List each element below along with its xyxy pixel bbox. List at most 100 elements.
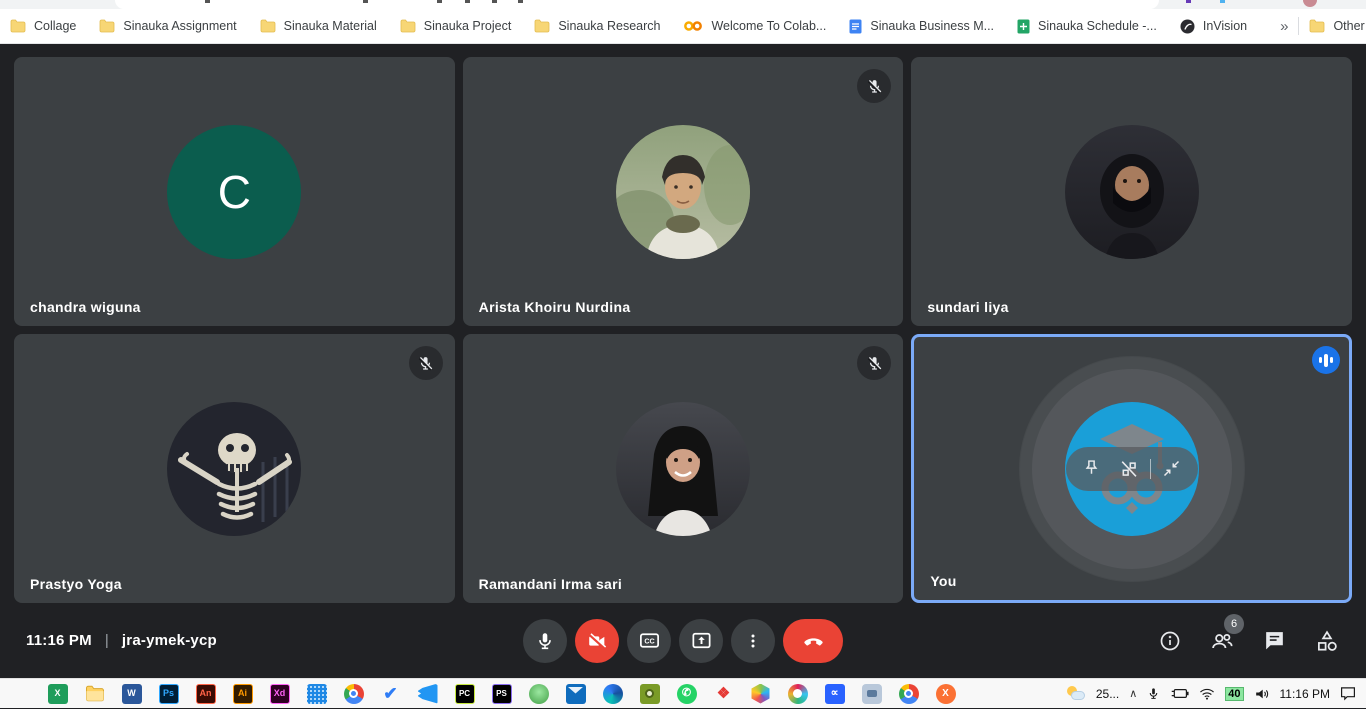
bookmarks-divider [1298, 17, 1299, 35]
taskbar-android-emulator[interactable] [520, 679, 557, 709]
bookmark-sinauka-business[interactable]: Sinauka Business M... [849, 19, 994, 34]
pin-icon [1081, 458, 1102, 479]
mic-off-icon [865, 77, 884, 96]
taskbar-photoshop[interactable]: Ps [150, 679, 187, 709]
participant-tile-arista-khoiru-nurdina[interactable]: Arista Khoiru Nurdina [463, 57, 904, 326]
avatar-initial: C [167, 125, 301, 259]
taskbar-chrome-active[interactable] [890, 679, 927, 709]
bookmark-label: Sinauka Project [424, 19, 512, 33]
google-docs-icon [849, 19, 862, 34]
mail-icon [566, 684, 586, 704]
browser-toolbar-strip [0, 0, 1366, 9]
android-emulator-icon [529, 684, 549, 704]
leave-call-button[interactable] [783, 619, 843, 663]
call-controls: CC [523, 619, 843, 663]
pin-tile-button[interactable] [1076, 453, 1108, 485]
present-screen-button[interactable] [679, 619, 723, 663]
taskbar-animate[interactable]: An [187, 679, 224, 709]
chat-icon [1262, 628, 1287, 653]
bookmark-label: Sinauka Research [558, 19, 660, 33]
other-bookmarks-label: Other bookmarks [1333, 19, 1366, 33]
bookmark-sinauka-material[interactable]: Sinauka Material [260, 19, 377, 33]
extension-icon[interactable] [1186, 0, 1191, 3]
battery-percent-badge[interactable]: 40 [1225, 687, 1243, 701]
taskbar-check-app[interactable]: ✔ [372, 679, 409, 709]
taskbar-illustrator[interactable]: Ai [224, 679, 261, 709]
activities-button[interactable] [1314, 628, 1340, 654]
taskbar-red-app[interactable]: ❖ [705, 679, 742, 709]
taskbar-calendar[interactable] [298, 679, 335, 709]
start-button[interactable] [2, 679, 39, 709]
taskbar-camera-app[interactable] [853, 679, 890, 709]
participant-name: Arista Khoiru Nurdina [479, 299, 631, 315]
participant-tile-prastyo-yoga[interactable]: Prastyo Yoga [14, 334, 455, 603]
participant-tile-ramandani-irma-sari[interactable]: Ramandani Irma sari [463, 334, 904, 603]
tray-volume[interactable] [1254, 687, 1270, 701]
taskbar-file-explorer[interactable] [76, 679, 113, 709]
participant-tile-sundari-liya[interactable]: sundari liya [911, 57, 1352, 326]
crossed-frames-icon [1118, 458, 1140, 480]
action-center-button[interactable] [1340, 686, 1356, 701]
taskbar-whatsapp[interactable]: ✆ [668, 679, 705, 709]
extension-icon[interactable] [1220, 0, 1225, 3]
microphone-button[interactable] [523, 619, 567, 663]
taskbar-camtasia[interactable]: ∝ [816, 679, 853, 709]
participant-tile-you[interactable]: You [911, 334, 1352, 603]
bookmark-sinauka-schedule[interactable]: Sinauka Schedule -... [1017, 19, 1157, 34]
bookmark-label: Sinauka Assignment [123, 19, 236, 33]
participant-grid: C chandra wiguna [14, 57, 1352, 603]
taskbar-chrome[interactable] [335, 679, 372, 709]
weather-temperature[interactable]: 25... [1096, 687, 1119, 701]
avatar-photo [167, 402, 301, 536]
taskbar-pycharm[interactable]: PC [446, 679, 483, 709]
chat-button[interactable] [1262, 628, 1287, 653]
folder-icon [10, 19, 26, 33]
bookmark-welcome-to-colab[interactable]: Welcome To Colab... [683, 19, 826, 33]
bookmark-invision[interactable]: InVision [1180, 19, 1247, 34]
participant-name: chandra wiguna [30, 299, 141, 315]
taskbar-mail[interactable] [557, 679, 594, 709]
taskbar-vscode[interactable] [409, 679, 446, 709]
bookmark-label: Welcome To Colab... [711, 19, 826, 33]
taskbar-screen-recorder[interactable] [631, 679, 668, 709]
meeting-details-button[interactable] [1158, 629, 1182, 653]
chrome-icon [899, 684, 919, 704]
meeting-panels: 6 [1158, 628, 1340, 654]
taskbar-phpstorm[interactable]: PS [483, 679, 520, 709]
taskbar-adobe-xd[interactable]: Xd [261, 679, 298, 709]
taskbar-edge[interactable] [594, 679, 631, 709]
participant-count-badge: 6 [1224, 614, 1244, 634]
hexagon-icon [751, 684, 771, 704]
taskbar-clock[interactable]: 11:16 PM [1280, 687, 1330, 701]
present-icon [690, 629, 713, 652]
remove-from-layout-button[interactable] [1113, 453, 1145, 485]
taskbar-word[interactable]: W [113, 679, 150, 709]
participants-button[interactable]: 6 [1209, 628, 1235, 654]
tray-wifi[interactable] [1199, 687, 1215, 700]
participant-tile-chandra-wiguna[interactable]: C chandra wiguna [14, 57, 455, 326]
other-bookmarks-folder[interactable]: Other bookmarks [1309, 19, 1366, 33]
videocam-off-icon [586, 630, 608, 652]
bookmark-collage[interactable]: Collage [10, 19, 76, 33]
participant-name: You [930, 573, 956, 589]
minimize-tile-button[interactable] [1156, 453, 1188, 485]
taskbar-color-wheel-app[interactable] [779, 679, 816, 709]
tray-microphone[interactable] [1147, 686, 1160, 701]
phpstorm-icon: PS [492, 684, 512, 704]
bookmark-sinauka-project[interactable]: Sinauka Project [400, 19, 512, 33]
taskbar-excel[interactable]: X [39, 679, 76, 709]
weather-widget[interactable] [1066, 686, 1086, 702]
tray-power-plug[interactable] [1170, 687, 1189, 700]
bookmark-sinauka-assignment[interactable]: Sinauka Assignment [99, 19, 236, 33]
bookmark-sinauka-research[interactable]: Sinauka Research [534, 19, 660, 33]
excel-icon: X [48, 684, 68, 704]
address-bar-bottom-edge[interactable] [115, 0, 1159, 9]
captions-button[interactable]: CC [627, 619, 671, 663]
more-options-button[interactable] [731, 619, 775, 663]
bookmarks-overflow-chevron[interactable]: » [1270, 18, 1298, 35]
camera-off-button[interactable] [575, 619, 619, 663]
browser-profile-avatar[interactable] [1303, 0, 1317, 7]
show-hidden-icons-chevron[interactable]: ∧ [1129, 687, 1137, 700]
taskbar-hexagon-app[interactable] [742, 679, 779, 709]
taskbar-xampp[interactable]: X [927, 679, 964, 709]
